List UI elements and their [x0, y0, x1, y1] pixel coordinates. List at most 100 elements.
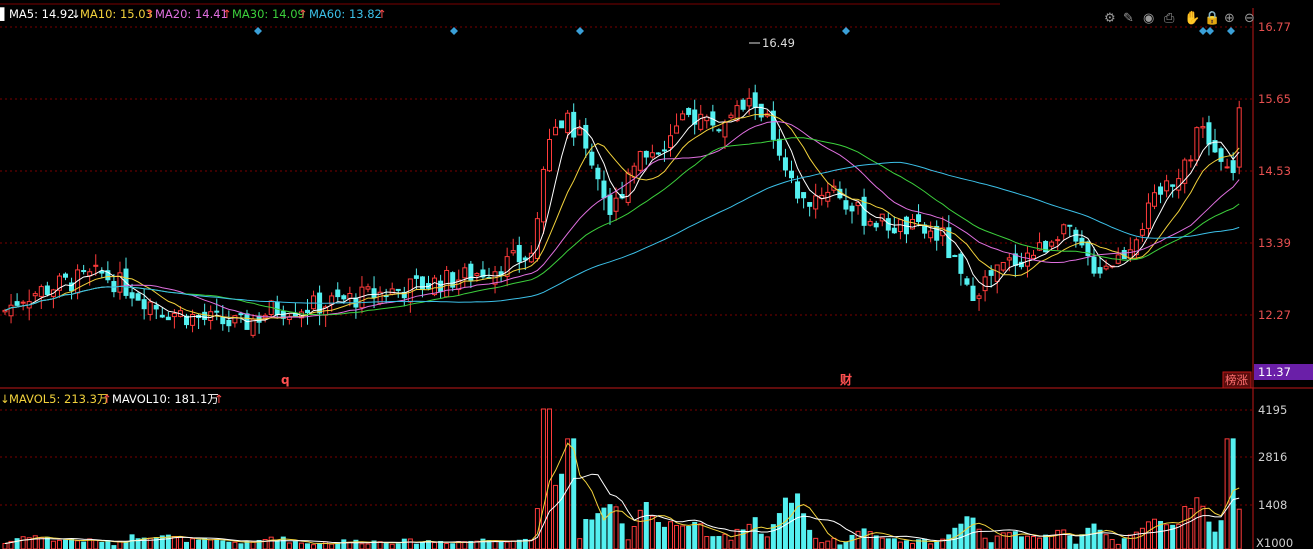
volume-bar[interactable]: [383, 542, 389, 549]
volume-bar[interactable]: [825, 540, 831, 549]
event-diamond[interactable]: [1206, 27, 1214, 35]
candle[interactable]: [891, 227, 897, 234]
volume-bar[interactable]: [407, 538, 413, 549]
zoom-in-icon[interactable]: ⊕: [1224, 11, 1235, 26]
volume-bar[interactable]: [286, 542, 292, 549]
candle[interactable]: [637, 151, 643, 171]
candle[interactable]: [674, 125, 680, 134]
volume-bar[interactable]: [14, 538, 20, 549]
volume-bar[interactable]: [1043, 534, 1049, 549]
candle[interactable]: [789, 170, 794, 179]
event-diamond[interactable]: [842, 27, 850, 35]
volume-bar[interactable]: [323, 541, 329, 549]
volume-bar[interactable]: [1091, 523, 1097, 549]
volume-bar[interactable]: [1079, 534, 1085, 549]
volume-bar[interactable]: [897, 541, 903, 549]
volume-bar[interactable]: [1188, 508, 1194, 549]
volume-bar[interactable]: [559, 473, 565, 549]
candle[interactable]: [1127, 249, 1133, 259]
volume-bar[interactable]: [1152, 518, 1157, 549]
volume-bar[interactable]: [317, 543, 323, 549]
volume-bar[interactable]: [625, 539, 631, 549]
marker-q[interactable]: q: [281, 373, 290, 387]
candle[interactable]: [419, 276, 425, 290]
volume-bar[interactable]: [740, 529, 746, 549]
volume-bar[interactable]: [861, 528, 867, 549]
volume-bar[interactable]: [994, 535, 1000, 549]
candle[interactable]: [214, 310, 220, 313]
volume-bar[interactable]: [637, 509, 643, 549]
volume-bar[interactable]: [710, 536, 716, 549]
volume-bar[interactable]: [813, 537, 819, 549]
volume-bar[interactable]: [63, 539, 68, 549]
volume-bar[interactable]: [1012, 531, 1018, 549]
candle[interactable]: [776, 138, 782, 156]
candle[interactable]: [964, 278, 970, 285]
volume-bar[interactable]: [329, 543, 335, 549]
volume-bar[interactable]: [498, 541, 504, 549]
candle[interactable]: [8, 304, 14, 317]
event-diamond[interactable]: [1199, 27, 1207, 35]
gear-icon[interactable]: ⚙: [1104, 11, 1116, 26]
candle[interactable]: [32, 293, 38, 297]
volume-bar[interactable]: [99, 541, 105, 549]
candle[interactable]: [897, 219, 903, 232]
volume-bar[interactable]: [1218, 520, 1224, 549]
hand-icon[interactable]: ✋: [1184, 10, 1200, 26]
candle[interactable]: [994, 264, 1000, 282]
candle[interactable]: [553, 126, 559, 136]
candle[interactable]: [1164, 180, 1170, 192]
candle[interactable]: [250, 318, 256, 336]
candle[interactable]: [1097, 267, 1103, 274]
candle[interactable]: [988, 270, 994, 276]
volume-bar[interactable]: [1127, 534, 1133, 549]
candle[interactable]: [1067, 224, 1073, 227]
candle[interactable]: [44, 285, 50, 295]
volume-bar[interactable]: [56, 539, 62, 549]
candle[interactable]: [347, 293, 353, 299]
candle[interactable]: [928, 230, 934, 239]
volume-bar[interactable]: [855, 530, 861, 549]
candle[interactable]: [1188, 159, 1194, 162]
volume-bars[interactable]: [2, 408, 1242, 549]
volume-bar[interactable]: [528, 539, 534, 549]
volume-bar[interactable]: [746, 523, 752, 549]
candle[interactable]: [952, 255, 958, 258]
candle[interactable]: [1049, 241, 1055, 247]
candle[interactable]: [958, 253, 964, 274]
volume-bar[interactable]: [129, 534, 135, 549]
candle[interactable]: [1139, 229, 1145, 236]
volume-bar[interactable]: [752, 517, 758, 549]
volume-bar[interactable]: [232, 541, 238, 549]
volume-bar[interactable]: [450, 543, 456, 549]
candle[interactable]: [982, 276, 988, 292]
zoom-out-icon[interactable]: ⊖: [1244, 11, 1255, 26]
candle[interactable]: [99, 270, 105, 274]
candle[interactable]: [1000, 261, 1006, 271]
volume-bar[interactable]: [190, 538, 196, 549]
candle[interactable]: [540, 168, 546, 223]
candle[interactable]: [655, 152, 661, 155]
event-diamond[interactable]: [450, 27, 458, 35]
candle[interactable]: [63, 273, 68, 278]
volume-bar[interactable]: [692, 521, 698, 549]
candle[interactable]: [371, 288, 377, 299]
volume-bar[interactable]: [401, 538, 407, 549]
volume-bar[interactable]: [1164, 524, 1170, 549]
volume-bar[interactable]: [1024, 535, 1030, 549]
volume-bar[interactable]: [807, 529, 813, 549]
candle[interactable]: [462, 267, 468, 279]
volume-bar[interactable]: [419, 541, 425, 549]
volume-bar[interactable]: [1073, 543, 1079, 549]
volume-bar[interactable]: [111, 545, 117, 549]
candle[interactable]: [93, 264, 99, 267]
volume-bar[interactable]: [577, 538, 583, 549]
candle[interactable]: [601, 180, 607, 199]
volume-bar[interactable]: [607, 504, 613, 549]
volume-bar[interactable]: [413, 543, 419, 549]
candle[interactable]: [916, 214, 922, 223]
candle[interactable]: [432, 277, 438, 296]
volume-bar[interactable]: [341, 539, 347, 549]
candle[interactable]: [305, 309, 310, 314]
candle[interactable]: [1031, 254, 1036, 259]
